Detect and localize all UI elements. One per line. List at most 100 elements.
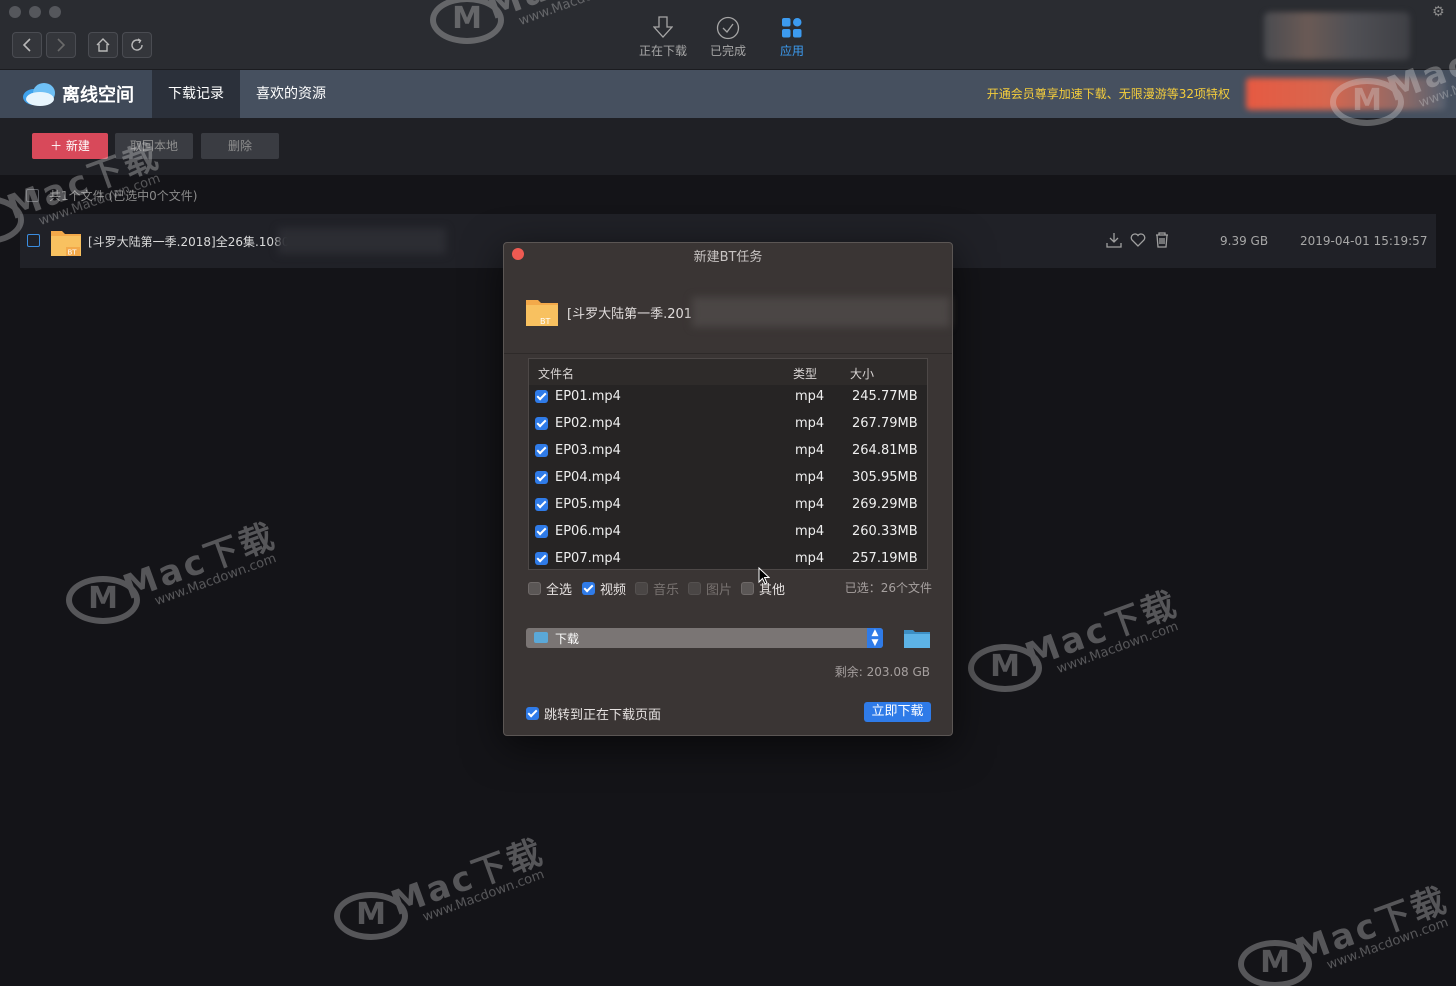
download-icon[interactable] [1106, 232, 1122, 248]
filter-image-checkbox[interactable] [688, 582, 701, 595]
table-row[interactable]: EP04.mp4 mp4 305.95MB [529, 465, 927, 492]
brand[interactable]: 离线空间 [0, 70, 152, 118]
table-row[interactable]: EP03.mp4 mp4 264.81MB [529, 438, 927, 465]
redacted-region [278, 228, 446, 254]
user-avatar[interactable] [1264, 12, 1410, 60]
save-path-select[interactable]: 下载 ▲ ▼ [526, 628, 883, 648]
file-checkbox[interactable] [535, 390, 548, 403]
filter-music[interactable]: 音乐 [635, 579, 679, 598]
file-size: 257.19MB [852, 551, 918, 566]
file-type-filters: 全选 视频 音乐 图片 其他 已选：26个文件 [528, 579, 932, 598]
table-row[interactable]: EP06.mp4 mp4 260.33MB [529, 519, 927, 546]
file-size: 9.39 GB [1220, 234, 1269, 248]
folder-icon [534, 632, 548, 643]
bt-folder-icon: BT [51, 231, 81, 257]
file-date: 2019-04-01 15:19:57 [1300, 234, 1428, 248]
filter-video[interactable]: 视频 [582, 579, 626, 598]
chevron-right-icon [57, 38, 66, 52]
browse-folder-icon[interactable] [903, 627, 931, 649]
new-bt-task-dialog: 新建BT任务 BT [斗罗大陆第一季.201 文件名 类型 大小 EP01.mp… [503, 242, 953, 736]
file-type: mp4 [795, 443, 825, 458]
jump-option[interactable]: 跳转到正在下载页面 [526, 704, 661, 723]
file-type: mp4 [795, 416, 825, 431]
watermark-logo: M [334, 892, 408, 940]
bt-badge: BT [68, 249, 78, 257]
home-button[interactable] [88, 32, 118, 58]
filter-all-label: 全选 [546, 583, 573, 598]
jump-checkbox[interactable] [526, 707, 539, 720]
row-actions [1106, 232, 1170, 248]
filter-all-checkbox[interactable] [528, 582, 541, 595]
file-name: EP02.mp4 [555, 416, 621, 431]
download-now-button[interactable]: 立即下载 [864, 702, 931, 722]
watermark-url: www.Macdown.com [420, 867, 547, 925]
new-task-button[interactable]: ＋ 新建 [32, 133, 108, 159]
retrieve-local-button[interactable]: 取回本地 [115, 133, 193, 159]
divider [504, 353, 952, 354]
dialog-title: 新建BT任务 [693, 250, 763, 265]
table-row[interactable]: EP05.mp4 mp4 269.29MB [529, 492, 927, 519]
filter-all[interactable]: 全选 [528, 579, 572, 598]
table-row[interactable]: EP07.mp4 mp4 257.19MB [529, 546, 927, 573]
tab-apps[interactable]: 应用 [760, 14, 824, 62]
col-name-header[interactable]: 文件名 [538, 365, 574, 382]
filter-image-label: 图片 [706, 583, 733, 598]
watermark-logo: M [968, 644, 1042, 692]
filter-other-checkbox[interactable] [741, 582, 754, 595]
select-all-checkbox[interactable] [26, 188, 39, 202]
watermark-text: Mac下载 [385, 831, 550, 925]
file-checkbox[interactable] [535, 417, 548, 430]
delete-button[interactable]: 删除 [201, 133, 279, 159]
filter-video-label: 视频 [600, 583, 627, 598]
file-checkbox[interactable] [535, 471, 548, 484]
tab-downloading[interactable]: 正在下载 [631, 14, 695, 62]
tab-completed[interactable]: 已完成 [696, 14, 760, 62]
refresh-button[interactable] [122, 32, 152, 58]
table-row[interactable]: EP02.mp4 mp4 267.79MB [529, 411, 927, 438]
file-name: EP04.mp4 [555, 470, 621, 485]
file-table[interactable]: 文件名 类型 大小 EP01.mp4 mp4 245.77MB EP02.mp4… [528, 358, 928, 570]
back-button[interactable] [12, 32, 42, 58]
tab-favorites[interactable]: 喜欢的资源 [240, 70, 342, 118]
file-size: 305.95MB [852, 470, 918, 485]
file-checkbox[interactable] [535, 525, 548, 538]
window-minimize-button[interactable] [29, 6, 41, 18]
file-checkbox[interactable] [535, 552, 548, 565]
filter-video-checkbox[interactable] [582, 582, 595, 595]
vip-button[interactable] [1246, 78, 1446, 110]
file-type: mp4 [795, 389, 825, 404]
table-header: 文件名 类型 大小 [529, 359, 927, 385]
trash-icon[interactable] [1154, 232, 1170, 248]
file-name: EP05.mp4 [555, 497, 621, 512]
mouse-cursor-icon [758, 567, 770, 585]
heart-icon[interactable] [1130, 232, 1146, 248]
jump-label: 跳转到正在下载页面 [544, 708, 662, 723]
tab-completed-label: 已完成 [709, 44, 746, 58]
file-name: [斗罗大陆第一季.2018]全26集.1080 [88, 235, 290, 249]
chevron-left-icon [22, 38, 31, 52]
filter-music-checkbox[interactable] [635, 582, 648, 595]
header-bar: 离线空间 下载记录 喜欢的资源 开通会员尊享加速下载、无限漫游等32项特权 [0, 70, 1456, 118]
watermark-url: www.Macdown.com [1054, 619, 1181, 677]
window-zoom-button[interactable] [49, 6, 61, 18]
tab-download-history[interactable]: 下载记录 [152, 70, 240, 118]
new-task-label: 新建 [65, 139, 90, 153]
col-size-header[interactable]: 大小 [850, 365, 874, 382]
vip-promo-link[interactable]: 开通会员尊享加速下载、无限漫游等32项特权 [987, 70, 1230, 118]
action-toolbar: ＋ 新建 取回本地 删除 [0, 118, 1456, 175]
file-checkbox[interactable] [535, 498, 548, 511]
filter-music-label: 音乐 [653, 583, 680, 598]
file-checkbox[interactable] [535, 444, 548, 457]
window-close-button[interactable] [9, 6, 21, 18]
tab-apps-label: 应用 [779, 44, 804, 58]
list-summary: 共1个文件 (已选中0个文件) [26, 186, 197, 204]
gear-icon[interactable]: ⚙ [1432, 4, 1445, 20]
col-type-header[interactable]: 类型 [793, 365, 817, 382]
watermark-text: Mac下载 [1289, 879, 1454, 973]
filter-image[interactable]: 图片 [688, 579, 732, 598]
apps-grid-icon [782, 18, 802, 38]
forward-button[interactable] [46, 32, 76, 58]
row-checkbox[interactable] [27, 234, 40, 247]
file-type: mp4 [795, 470, 825, 485]
table-row[interactable]: EP01.mp4 mp4 245.77MB [529, 384, 927, 411]
